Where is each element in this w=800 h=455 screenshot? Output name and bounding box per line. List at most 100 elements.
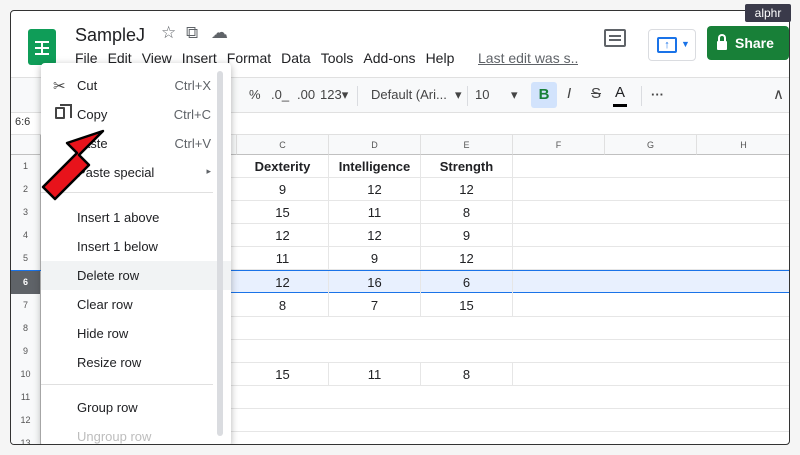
menu-item-label: Hide row [77, 326, 129, 341]
more-options-icon[interactable]: ··· [651, 87, 664, 102]
menu-item-insert-above[interactable]: Insert 1 above [41, 203, 231, 232]
toolbar-divider [641, 86, 642, 106]
strikethrough-button[interactable]: S [591, 85, 601, 102]
menu-scrollbar[interactable] [217, 71, 223, 436]
app-window: SampleJ ☆ ⧉ ☁ File Edit View Insert Form… [10, 10, 790, 445]
row-number[interactable]: 1 [11, 155, 41, 178]
font-family-dropdown[interactable]: Default (Ari... [371, 87, 447, 102]
menu-format[interactable]: Format [227, 50, 271, 66]
percent-format-button[interactable]: % [249, 87, 261, 102]
number-format-dropdown[interactable]: 123▾ [320, 87, 348, 103]
star-icon[interactable]: ☆ [161, 23, 176, 43]
column-header-e[interactable]: E [421, 135, 513, 155]
menu-item-copy[interactable]: Copy Ctrl+C [41, 100, 231, 129]
menu-item-resize-row[interactable]: Resize row [41, 348, 231, 377]
decrease-decimal-button[interactable]: .0_ [271, 87, 289, 102]
menu-item-label: Ungroup row [77, 429, 152, 444]
chevron-down-icon[interactable]: ▾ [455, 87, 462, 103]
cloud-status-icon[interactable]: ☁ [211, 23, 228, 43]
menu-item-insert-below[interactable]: Insert 1 below [41, 232, 231, 261]
cell-d[interactable]: 9 [329, 247, 421, 270]
cell-e[interactable]: 9 [421, 224, 513, 247]
chevron-down-icon: ▾ [341, 87, 349, 102]
cell-d[interactable]: 12 [329, 178, 421, 201]
select-all-corner[interactable] [11, 135, 41, 155]
cell-c[interactable]: 8 [237, 294, 329, 317]
row-number[interactable]: 5 [11, 247, 41, 270]
row-number[interactable]: 3 [11, 201, 41, 224]
menu-item-label: Insert 1 below [77, 239, 158, 254]
cell-d[interactable]: 16 [329, 271, 421, 294]
italic-button[interactable]: I [567, 85, 571, 102]
annotation-arrow-icon [41, 129, 105, 201]
sheets-logo-icon[interactable] [28, 29, 56, 65]
cell-c[interactable]: 15 [237, 201, 329, 224]
cell-c[interactable]: 9 [237, 178, 329, 201]
cell-e[interactable]: 8 [421, 363, 513, 386]
menu-item-hide-row[interactable]: Hide row [41, 319, 231, 348]
cell-c[interactable]: 12 [237, 224, 329, 247]
cell-e[interactable]: 12 [421, 178, 513, 201]
menu-divider [41, 384, 213, 385]
menu-data[interactable]: Data [281, 50, 311, 66]
chevron-down-icon[interactable]: ▾ [511, 87, 518, 103]
increase-decimal-button[interactable]: .00 [297, 87, 315, 102]
cell-d[interactable]: 7 [329, 294, 421, 317]
row-number[interactable]: 7 [11, 294, 41, 317]
cell-c[interactable]: 15 [237, 363, 329, 386]
row-number[interactable]: 12 [11, 409, 41, 432]
cell-e[interactable]: 12 [421, 247, 513, 270]
collapse-toolbar-icon[interactable]: ∧ [773, 85, 784, 103]
row-number[interactable]: 4 [11, 224, 41, 247]
cell-e[interactable]: 6 [421, 271, 513, 294]
column-header-f[interactable]: F [513, 135, 605, 155]
column-header-g[interactable]: G [605, 135, 697, 155]
share-button[interactable]: Share [707, 26, 789, 60]
cell-d[interactable]: 11 [329, 363, 421, 386]
present-icon: ↑ [657, 37, 677, 53]
row-number[interactable]: 13 [11, 432, 41, 444]
menu-addons[interactable]: Add-ons [363, 50, 415, 66]
menu-item-ungroup-row: Ungroup row [41, 422, 231, 444]
column-header-d[interactable]: D [329, 135, 421, 155]
menu-item-clear-row[interactable]: Clear row [41, 290, 231, 319]
last-edit-link[interactable]: Last edit was s... [478, 50, 578, 66]
cell-c[interactable]: 11 [237, 247, 329, 270]
cell-e[interactable]: 15 [421, 294, 513, 317]
column-header-c[interactable]: C [237, 135, 329, 155]
toolbar-divider [467, 86, 468, 106]
font-size-dropdown[interactable]: 10 [475, 87, 489, 102]
row-number[interactable]: 2 [11, 178, 41, 201]
cell-e[interactable]: 8 [421, 201, 513, 224]
text-color-button[interactable]: A [612, 84, 628, 107]
watermark-logo: alphr [745, 4, 791, 22]
menu-item-shortcut: Ctrl+X [174, 78, 211, 93]
document-title[interactable]: SampleJ [75, 25, 145, 46]
cell-c[interactable]: Dexterity [237, 155, 329, 178]
menu-tools[interactable]: Tools [321, 50, 354, 66]
column-header-h[interactable]: H [697, 135, 789, 155]
present-button[interactable]: ↑ ▼ [648, 29, 696, 61]
row-number[interactable]: 10 [11, 363, 41, 386]
menu-item-label: Group row [77, 400, 138, 415]
lock-icon [717, 33, 727, 50]
menu-item-group-row[interactable]: Group row [41, 393, 231, 422]
name-box[interactable]: 6:6 [15, 116, 30, 128]
row-number[interactable]: 11 [11, 386, 41, 409]
comment-history-icon[interactable] [604, 29, 626, 47]
cell-d[interactable]: 12 [329, 224, 421, 247]
copy-icon [55, 104, 72, 119]
menu-item-label: Delete row [77, 268, 140, 283]
cell-d[interactable]: Intelligence [329, 155, 421, 178]
menu-help[interactable]: Help [426, 50, 455, 66]
cell-d[interactable]: 11 [329, 201, 421, 224]
row-number[interactable]: 8 [11, 317, 41, 340]
cell-c[interactable]: 12 [237, 271, 329, 294]
bold-button[interactable]: B [531, 82, 557, 108]
move-to-drive-icon[interactable]: ⧉ [186, 23, 198, 43]
row-number[interactable]: 6 [11, 271, 41, 294]
menu-item-cut[interactable]: ✂ Cut Ctrl+X [41, 71, 231, 100]
cell-e[interactable]: Strength [421, 155, 513, 178]
row-number[interactable]: 9 [11, 340, 41, 363]
menu-item-delete-row[interactable]: Delete row [41, 261, 231, 290]
